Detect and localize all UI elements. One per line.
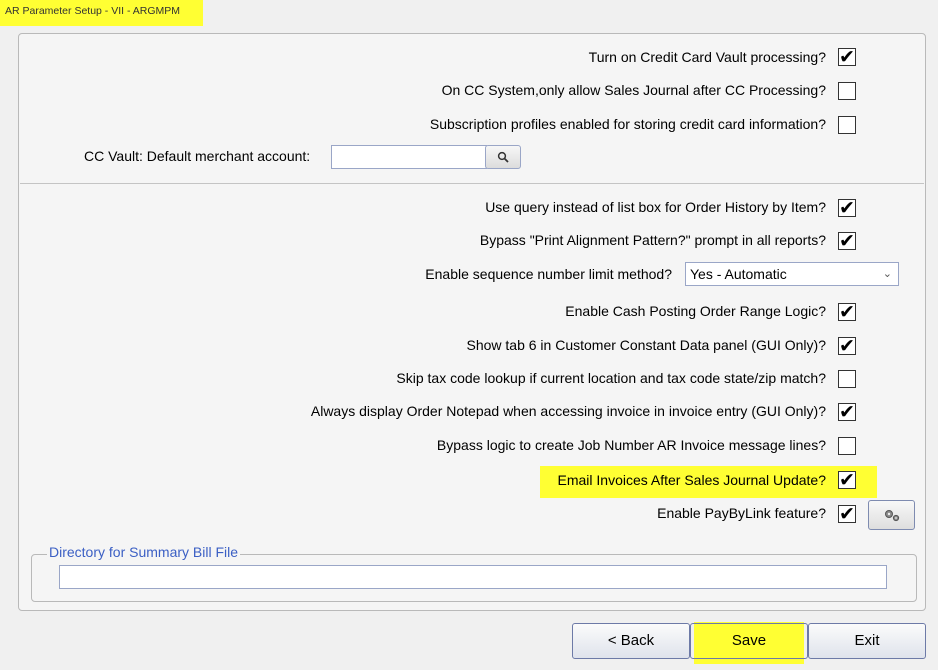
gears-icon [884,510,899,522]
checkmark-icon: ✔ [839,197,855,219]
checkmark-icon: ✔ [839,301,855,323]
checkbox-cc-sales-journal[interactable] [838,82,856,100]
checkbox-show-tab6[interactable]: ✔ [838,335,856,357]
option-label-order-history-query: Use query instead of list box for Order … [485,199,826,215]
checkbox-subscription-profiles[interactable] [838,116,856,134]
merchant-account-label: CC Vault: Default merchant account: [84,148,311,164]
checkbox-cash-posting[interactable]: ✔ [838,301,856,323]
option-label-cash-posting: Enable Cash Posting Order Range Logic? [565,303,826,319]
checkbox-order-history-query[interactable]: ✔ [838,197,856,219]
checkmark-icon: ✔ [839,503,855,525]
option-label-show-tab6: Show tab 6 in Customer Constant Data pan… [466,337,826,353]
exit-button[interactable]: Exit [808,623,926,659]
exit-button-label: Exit [854,632,880,649]
checkbox-email-invoices[interactable]: ✔ [838,469,856,491]
section-divider [20,183,924,184]
paybylink-settings-button[interactable] [868,500,915,530]
back-button[interactable]: < Back [572,623,690,659]
option-label-email-invoices: Email Invoices After Sales Journal Updat… [557,472,826,488]
option-label-job-number-lines: Bypass logic to create Job Number AR Inv… [436,437,826,453]
checkbox-job-number-lines[interactable] [838,437,856,455]
checkbox-paybylink[interactable]: ✔ [838,503,856,525]
summary-bill-directory-input[interactable] [59,565,887,589]
save-button-label: Save [731,632,767,649]
checkmark-icon: ✔ [839,46,855,68]
checkmark-icon: ✔ [839,401,855,423]
window-title: AR Parameter Setup - VII - ARGMPM [5,5,181,17]
merchant-search-button[interactable] [485,145,521,169]
back-button-label: < Back [607,632,655,649]
sequence-limit-value: Yes - Automatic [690,266,787,282]
option-label-subscription-profiles: Subscription profiles enabled for storin… [429,116,826,132]
checkbox-skip-tax-lookup[interactable] [838,370,856,388]
settings-panel: Turn on Credit Card Vault processing? ✔ … [18,33,926,611]
sequence-limit-label: Enable sequence number limit method? [425,266,672,282]
checkbox-cc-vault[interactable]: ✔ [838,46,856,68]
checkbox-bypass-alignment[interactable]: ✔ [838,230,856,252]
search-icon [497,151,509,163]
option-label-order-notepad: Always display Order Notepad when access… [310,403,826,419]
option-label-cc-sales-journal: On CC System,only allow Sales Journal af… [441,82,826,98]
merchant-account-input[interactable] [331,145,487,169]
chevron-down-icon: ⌄ [882,268,892,280]
checkbox-order-notepad[interactable]: ✔ [838,401,856,423]
option-label-bypass-alignment: Bypass "Print Alignment Pattern?" prompt… [479,232,826,248]
option-label-paybylink: Enable PayByLink feature? [657,505,826,521]
option-label-cc-vault: Turn on Credit Card Vault processing? [588,49,826,65]
save-button[interactable]: Save [690,623,808,659]
checkmark-icon: ✔ [839,469,855,491]
sequence-limit-select[interactable]: Yes - Automatic ⌄ [685,262,899,286]
checkmark-icon: ✔ [839,230,855,252]
checkmark-icon: ✔ [839,335,855,357]
option-label-skip-tax-lookup: Skip tax code lookup if current location… [396,370,826,386]
summary-bill-legend: Directory for Summary Bill File [47,544,241,560]
